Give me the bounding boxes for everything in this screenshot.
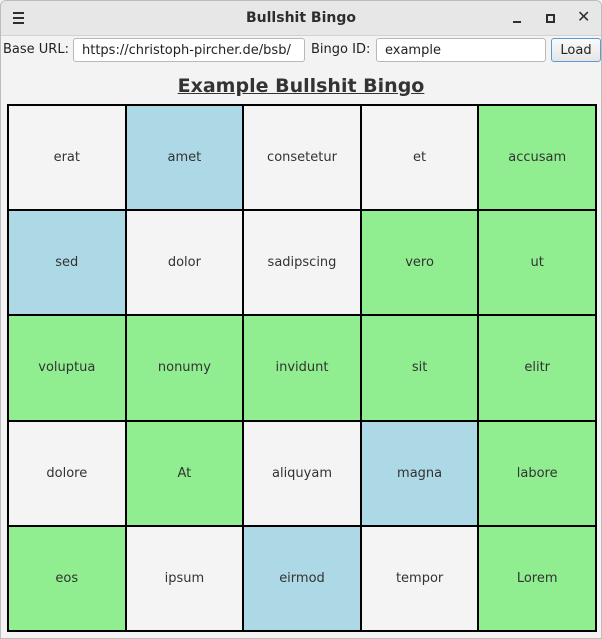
bingo-cell[interactable]: dolore — [8, 420, 126, 526]
bingo-cell[interactable]: sit — [360, 315, 479, 421]
bingo-cell[interactable]: invidunt — [243, 315, 361, 421]
bingo-cell[interactable]: aliquyam — [243, 420, 361, 526]
bingo-heading: Example Bullshit Bingo — [177, 75, 425, 97]
bingo-cell[interactable]: consetetur — [243, 105, 361, 211]
bingo-cell[interactable]: ipsum — [125, 525, 244, 631]
close-button[interactable]: ✕ — [574, 7, 592, 27]
bingo-cell[interactable]: eirmod — [243, 525, 361, 631]
maximize-button[interactable] — [541, 9, 559, 27]
minimize-icon — [513, 21, 521, 23]
bingo-cell[interactable]: sed — [8, 210, 126, 316]
bingo-cell[interactable]: ut — [478, 210, 596, 316]
base-url-input[interactable] — [73, 38, 305, 62]
close-icon: ✕ — [577, 7, 591, 26]
bingo-cell[interactable]: dolor — [125, 210, 244, 316]
bingo-id-label: Bingo ID: — [311, 42, 371, 57]
bingo-cell[interactable]: nonumy — [125, 315, 244, 421]
maximize-icon — [546, 14, 555, 23]
bingo-cell[interactable]: elitr — [478, 315, 596, 421]
minimize-button[interactable] — [508, 9, 526, 27]
bingo-cell[interactable]: accusam — [478, 105, 596, 211]
app-window: Bullshit Bingo ✕ Base URL: Bingo ID: Loa… — [0, 0, 602, 639]
bingo-cell[interactable]: sadipscing — [243, 210, 361, 316]
bingo-cell[interactable]: eos — [8, 525, 126, 631]
bingo-cell[interactable]: magna — [360, 420, 479, 526]
bingo-cell[interactable]: labore — [478, 420, 596, 526]
bingo-cell[interactable]: tempor — [360, 525, 479, 631]
bingo-id-input[interactable] — [376, 38, 546, 62]
bingo-cell[interactable]: Lorem — [478, 525, 596, 631]
bingo-cell[interactable]: At — [125, 420, 244, 526]
bingo-cell[interactable]: vero — [360, 210, 479, 316]
base-url-label: Base URL: — [3, 42, 69, 57]
load-button[interactable]: Load — [551, 38, 601, 62]
title-bar: Bullshit Bingo ✕ — [1, 1, 601, 36]
bingo-grid: erat amet consetetur et accusam sed dolo… — [7, 104, 597, 632]
bingo-cell[interactable]: erat — [8, 105, 126, 211]
url-toolbar: Base URL: Bingo ID: Load — [1, 36, 601, 66]
bingo-cell[interactable]: et — [360, 105, 479, 211]
bingo-cell[interactable]: amet — [125, 105, 244, 211]
bingo-cell[interactable]: voluptua — [8, 315, 126, 421]
